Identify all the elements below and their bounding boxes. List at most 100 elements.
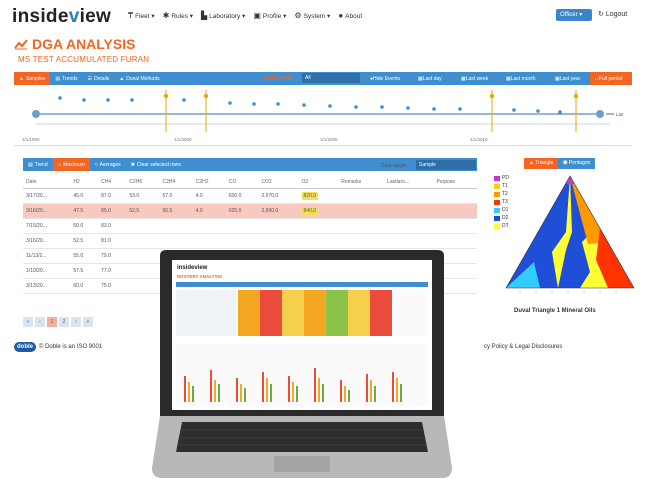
table-cell: 85.0: [98, 203, 127, 219]
table-cell: 87.0: [98, 188, 127, 204]
data-type-label: DATA TYPE:: [264, 76, 294, 82]
timeline-legend-label: Latr: [616, 112, 624, 117]
table-row[interactable]: 3/17/20... 45.0 87.0 53.0 57.0 4.0 600.0 2,970.…: [23, 188, 477, 204]
full-period-button[interactable]: ↔ Full period: [590, 72, 632, 85]
details-button[interactable]: ☰ Details: [83, 72, 115, 85]
tab-pentagon[interactable]: ⬟ Pentagon: [558, 158, 596, 169]
doble-logo: doble: [14, 342, 36, 352]
nav-fleet[interactable]: ₸ Fleet ▾: [128, 11, 155, 20]
clear-icon: ✖: [130, 161, 135, 168]
data-type-select[interactable]: All: [302, 73, 360, 83]
table-cell: [433, 203, 477, 219]
highlighted-value: 820.0: [301, 191, 319, 200]
column-header[interactable]: C2H4: [159, 176, 193, 189]
table-cell: 11/13/2...: [23, 248, 71, 264]
last-year-button[interactable]: ▦ Last year: [551, 72, 585, 85]
flask-icon: ▲: [19, 75, 24, 82]
column-header[interactable]: Date: [23, 176, 71, 189]
table-cell: 3/16/20...: [23, 203, 71, 219]
trends-button[interactable]: ▤ Trends: [50, 72, 82, 85]
pager-button[interactable]: 1: [47, 317, 57, 327]
table-cell: 57.0: [159, 188, 193, 204]
table-cell: 56.5: [159, 203, 193, 219]
timeline-tick-label: 1/1/2010: [470, 137, 488, 142]
main-nav: ₸ Fleet ▾ ✱ Rules ▾ ▙ Laboratory ▾ ▣ Profile…: [128, 11, 362, 20]
table-cell: 840.0: [298, 203, 339, 219]
timeline-points: [58, 93, 579, 114]
data-range-select[interactable]: Sample: [416, 160, 476, 170]
page-title: DGA ANALYSIS: [14, 36, 135, 52]
laptop-keyboard: [176, 422, 428, 452]
laptop-image: insideview MYSTERY ANALYSIS: [152, 250, 452, 478]
nav-laboratory[interactable]: ▙ Laboratory ▾: [201, 11, 245, 20]
column-header[interactable]: H2: [70, 176, 99, 189]
table-cell: 625.0: [225, 203, 259, 219]
duval-methods-button[interactable]: ▲ Duval Methods: [114, 72, 164, 85]
app-screen: insideview ₸ Fleet ▾ ✱ Rules ▾ ▙ Laboratory…: [0, 0, 647, 491]
pager-button[interactable]: 2: [59, 317, 69, 327]
table-cell: 52.5: [126, 203, 160, 219]
table-cell: 57.5: [70, 263, 99, 279]
table-cell: 3/16/20...: [23, 233, 71, 249]
highlighted-value: 840.0: [301, 206, 319, 215]
nav-profile[interactable]: ▣ Profile ▾: [253, 11, 286, 20]
samples-button[interactable]: ▲ Samples: [14, 72, 51, 85]
logout-link[interactable]: ↻ Logout: [598, 10, 627, 18]
trend-button[interactable]: ▤ Trend: [23, 158, 53, 171]
table-cell: [433, 218, 477, 234]
last-week-button[interactable]: ▦ Last week: [457, 72, 493, 85]
page-subtitle: MS TEST ACCUMULATED FURAN: [18, 55, 150, 64]
data-range-label: Data range:: [381, 163, 408, 169]
nav-system[interactable]: ⚙ System ▾: [294, 11, 330, 20]
tab-triangle[interactable]: ▲ Triangle: [524, 158, 559, 169]
pager-button[interactable]: ›: [71, 317, 81, 327]
table-row[interactable]: 7/15/20... 50.0 83.0: [23, 218, 477, 234]
table-cell: 2,970.0: [258, 188, 299, 204]
last-month-button[interactable]: ▦ Last month: [502, 72, 540, 85]
clear-selected-rows-button[interactable]: ✖ Clear selected rows: [126, 158, 186, 171]
rules-icon: ✱: [162, 11, 170, 20]
nav-about[interactable]: ● About: [338, 11, 362, 20]
pager-button[interactable]: ‹: [35, 317, 45, 327]
footer-copyright: doble © Doble is an ISO 9001: [14, 342, 102, 352]
list-icon: ☰: [87, 75, 93, 82]
timeline-end-handle[interactable]: [596, 110, 604, 118]
column-header[interactable]: C2H2: [192, 176, 226, 189]
table-cell: [384, 218, 434, 234]
table-cell: [338, 203, 385, 219]
user-menu-button[interactable]: Officer ▾: [556, 9, 592, 21]
column-header[interactable]: CH4: [98, 176, 127, 189]
table-cell: [258, 218, 299, 234]
column-header[interactable]: Purpose: [433, 176, 477, 189]
table-cell: 53.0: [126, 188, 160, 204]
column-header[interactable]: CO2: [258, 176, 299, 189]
pager-button[interactable]: »: [83, 317, 93, 327]
averages-button[interactable]: ≈ Averages: [90, 158, 126, 171]
laboratory-icon: ▙: [201, 11, 208, 20]
hide-events-button[interactable]: ● Hide Events: [366, 72, 404, 85]
table-cell: [192, 218, 226, 234]
maximum-icon: ∩: [57, 161, 62, 168]
fleet-icon: ₸: [128, 11, 134, 20]
footer-policy-link[interactable]: cy Policy & Legal Disclosures: [484, 344, 562, 350]
nav-rules[interactable]: ✱ Rules ▾: [163, 11, 193, 20]
sample-timeline[interactable]: Latr 1/1/1990 1/1/2000 1/1/2005 1/1/2010: [14, 86, 632, 146]
table-cell: 4.0: [192, 203, 226, 219]
column-header[interactable]: Remarks: [338, 176, 385, 189]
table-cell: 45.0: [70, 188, 99, 204]
column-header[interactable]: CO: [225, 176, 259, 189]
table-cell: 79.0: [98, 248, 127, 264]
pager-button[interactable]: «: [23, 317, 33, 327]
table-cell: [384, 203, 434, 219]
timeline-start-handle[interactable]: [32, 110, 40, 118]
table-row[interactable]: 3/16/20... 47.5 85.0 52.5 56.5 4.0 625.0 2,990.…: [23, 203, 477, 219]
chart-icon: ▤: [55, 75, 61, 82]
last-day-button[interactable]: ▦ Last day: [414, 72, 446, 85]
insideview-logo[interactable]: insideview: [12, 6, 111, 28]
laptop-trackpad: [274, 456, 330, 472]
column-header[interactable]: O2: [298, 176, 339, 189]
column-header[interactable]: Lastlaro...: [384, 176, 434, 189]
triangle-ticks: [519, 290, 617, 293]
maximum-button[interactable]: ∩ Maximum: [52, 158, 90, 171]
column-header[interactable]: C2H6: [126, 176, 160, 189]
